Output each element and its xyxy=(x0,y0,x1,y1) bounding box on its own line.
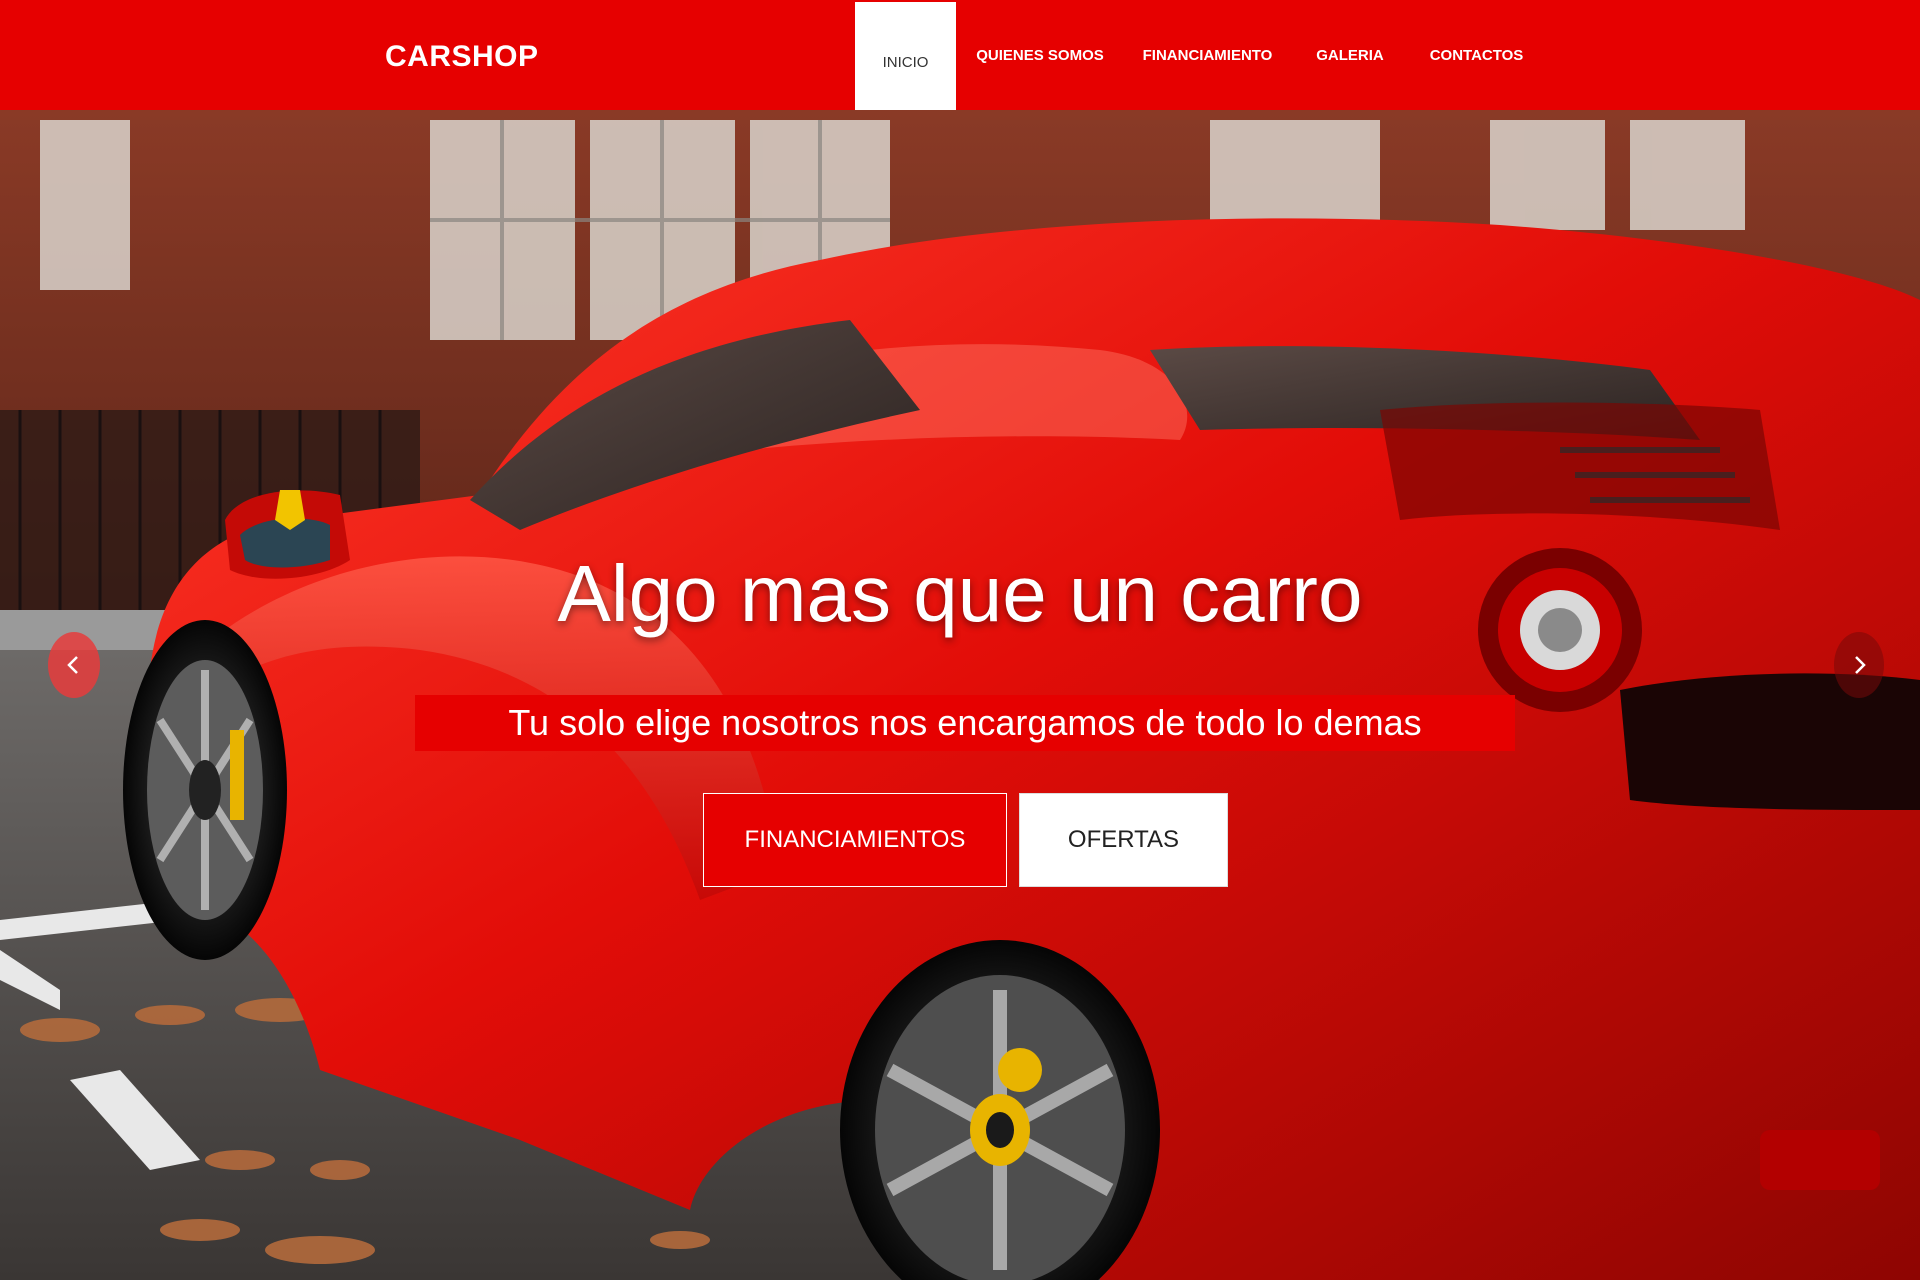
nav-item-label: FINANCIAMIENTO xyxy=(1142,46,1273,64)
navbar: CARSHOP INICIO QUIENES SOMOS FINANCIAMIE… xyxy=(0,0,1920,110)
page: CARSHOP INICIO QUIENES SOMOS FINANCIAMIE… xyxy=(0,0,1920,1280)
carousel-next-button[interactable] xyxy=(1834,632,1884,698)
nav-item-label: QUIENES SOMOS xyxy=(976,46,1104,64)
nav-item-financiamiento[interactable]: FINANCIAMIENTO xyxy=(1135,0,1280,110)
hero-title: Algo mas que un carro xyxy=(557,549,1363,638)
nav-item-galeria[interactable]: GALERIA xyxy=(1310,0,1390,110)
nav-item-quienes-somos[interactable]: QUIENES SOMOS xyxy=(970,0,1110,110)
nav-item-label: INICIO xyxy=(882,54,929,71)
carousel-prev-button[interactable] xyxy=(48,632,100,698)
financiamientos-button[interactable]: FINANCIAMIENTOS xyxy=(703,793,1007,887)
nav-item-label: CONTACTOS xyxy=(1429,46,1524,64)
nav-item-inicio[interactable]: INICIO xyxy=(855,2,956,110)
ofertas-button[interactable]: OFERTAS xyxy=(1019,793,1228,887)
nav-item-label: GALERIA xyxy=(1316,46,1384,64)
hero-subtitle: Tu solo elige nosotros nos encargamos de… xyxy=(415,695,1515,751)
chevron-left-icon xyxy=(67,656,78,674)
nav-item-contactos[interactable]: CONTACTOS xyxy=(1420,0,1533,110)
brand-logo[interactable]: CARSHOP xyxy=(385,40,539,74)
chevron-right-icon xyxy=(1855,656,1866,674)
